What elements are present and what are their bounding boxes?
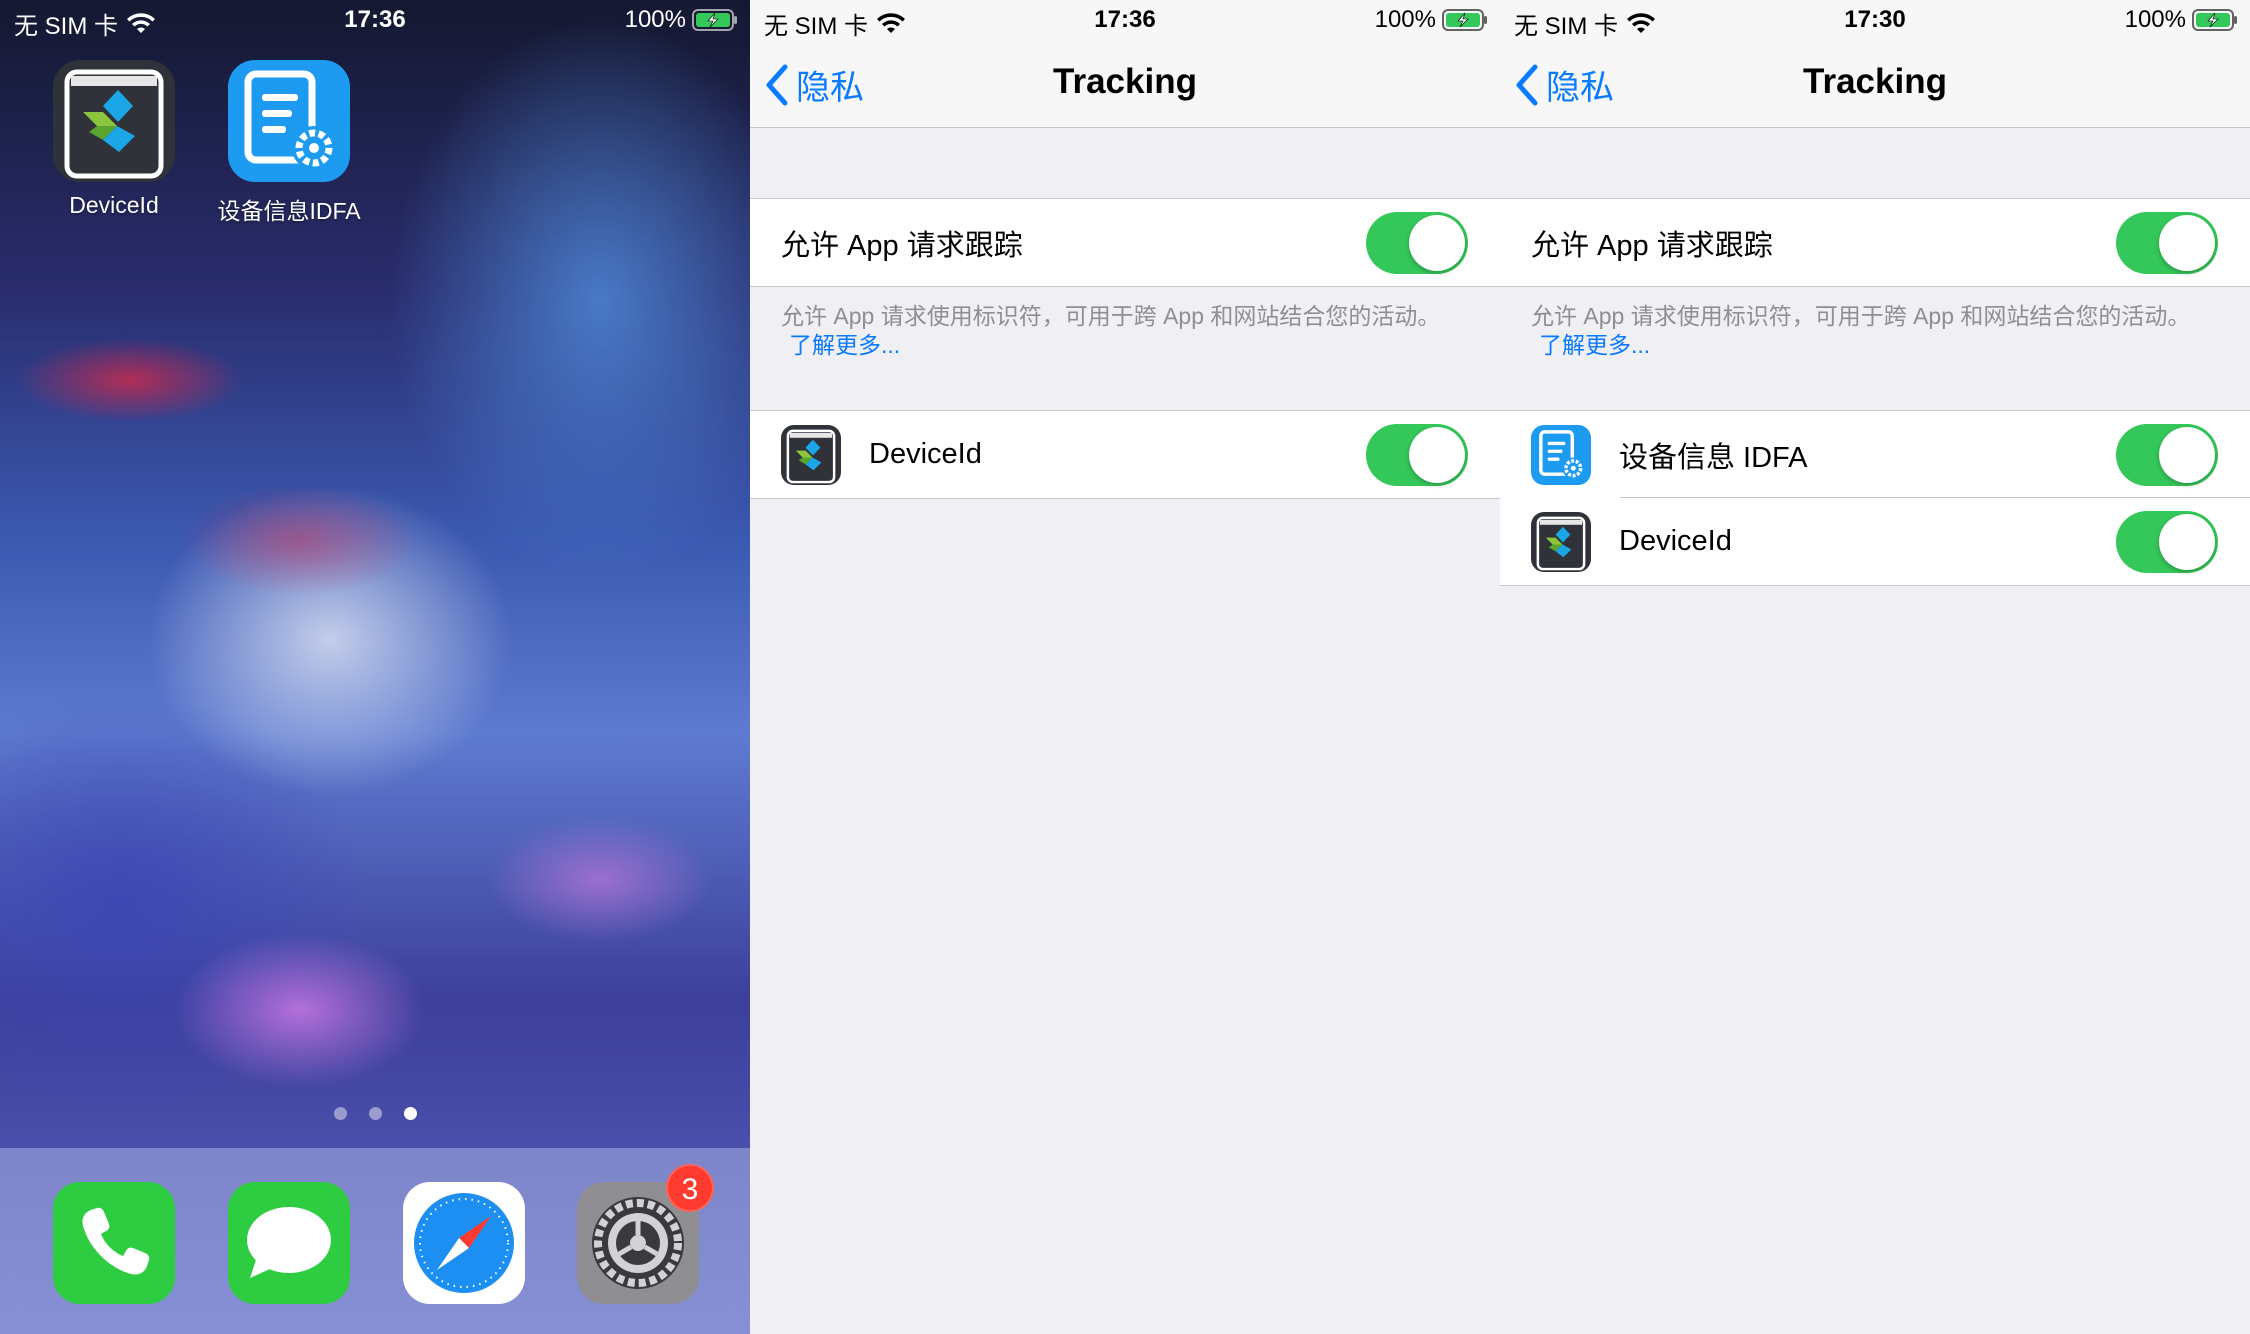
app-tracking-toggle[interactable] xyxy=(2116,511,2218,573)
allow-tracking-group: 允许 App 请求跟踪 xyxy=(1500,198,2250,287)
safari-app-icon[interactable] xyxy=(403,1182,525,1304)
allow-tracking-group: 允许 App 请求跟踪 xyxy=(750,198,1500,287)
battery-percent: 100% xyxy=(1374,6,1436,33)
messages-app-icon[interactable] xyxy=(228,1182,350,1304)
home-app-idfa[interactable]: 设备信息IDFA xyxy=(217,60,361,226)
page-dot[interactable] xyxy=(333,1107,347,1120)
toggle-knob xyxy=(1409,215,1465,271)
page-indicator[interactable] xyxy=(0,1107,750,1120)
toggle-knob xyxy=(1409,427,1465,483)
status-bar: 无 SIM 卡 17:30 100% xyxy=(1500,0,2250,40)
status-bar: 无 SIM 卡 17:36 100% xyxy=(750,0,1500,40)
idfa-app-icon[interactable] xyxy=(228,60,350,182)
page-title: Tracking xyxy=(1803,62,1947,101)
phone-app-icon[interactable] xyxy=(53,1182,175,1304)
apps-group: DeviceId xyxy=(750,410,1500,499)
footer-text: 允许 App 请求使用标识符，可用于跨 App 和网站结合您的活动。 xyxy=(781,303,1441,329)
allow-tracking-label: 允许 App 请求跟踪 xyxy=(1531,229,1773,262)
status-bar: 无 SIM 卡 17:36 100% xyxy=(0,0,750,40)
battery-percent: 100% xyxy=(624,6,686,33)
home-screen: 无 SIM 卡 17:36 100% DeviceId 设备信息IDFA 3 xyxy=(0,0,750,1334)
allow-tracking-footer: 允许 App 请求使用标识符，可用于跨 App 和网站结合您的活动。了解更多..… xyxy=(781,302,1461,360)
app-row-deviceid[interactable]: DeviceId xyxy=(750,411,1500,498)
battery-charging-icon xyxy=(1442,9,1488,31)
idfa-app-icon xyxy=(1531,425,1591,485)
notification-badge: 3 xyxy=(666,1164,714,1212)
battery-group: 100% xyxy=(2125,6,2238,34)
app-row-idfa[interactable]: 设备信息 IDFA xyxy=(1500,411,2250,498)
tracking-settings-screen: 无 SIM 卡 17:36 100% 隐私 Tracking 允许 App 请求… xyxy=(750,0,1500,1334)
app-label: 设备信息IDFA xyxy=(217,198,361,224)
deviceid-app-icon[interactable] xyxy=(53,60,175,182)
deviceid-app-icon xyxy=(781,425,841,485)
battery-charging-icon xyxy=(692,9,738,31)
battery-percent: 100% xyxy=(2124,6,2186,33)
app-label: DeviceId xyxy=(69,192,159,218)
page-dot-active[interactable] xyxy=(403,1107,417,1120)
app-row-label: 设备信息 IDFA xyxy=(1619,441,1808,474)
dock: 3 xyxy=(0,1148,750,1334)
app-tracking-toggle[interactable] xyxy=(2116,424,2218,486)
app-tracking-toggle[interactable] xyxy=(1366,424,1468,486)
toggle-knob xyxy=(2159,215,2215,271)
tracking-settings-screen: 无 SIM 卡 17:30 100% 隐私 Tracking 允许 App 请求… xyxy=(1500,0,2250,1334)
allow-tracking-toggle[interactable] xyxy=(2116,212,2218,274)
navigation-bar: 隐私 Tracking xyxy=(750,40,1500,128)
learn-more-link[interactable]: 了解更多... xyxy=(789,332,900,358)
navigation-bar: 隐私 Tracking xyxy=(1500,40,2250,128)
page-dot[interactable] xyxy=(368,1107,382,1120)
allow-tracking-label: 允许 App 请求跟踪 xyxy=(781,229,1023,262)
battery-group: 100% xyxy=(625,6,738,34)
app-row-label: DeviceId xyxy=(1619,525,1732,557)
page-title: Tracking xyxy=(1053,62,1197,101)
allow-tracking-row[interactable]: 允许 App 请求跟踪 xyxy=(1500,199,2250,286)
allow-tracking-row[interactable]: 允许 App 请求跟踪 xyxy=(750,199,1500,286)
learn-more-link[interactable]: 了解更多... xyxy=(1539,332,1650,358)
home-app-deviceid[interactable]: DeviceId xyxy=(53,60,175,219)
app-row-label: DeviceId xyxy=(869,438,982,470)
apps-group: 设备信息 IDFA DeviceId xyxy=(1500,410,2250,586)
battery-group: 100% xyxy=(1375,6,1488,34)
allow-tracking-footer: 允许 App 请求使用标识符，可用于跨 App 和网站结合您的活动。了解更多..… xyxy=(1531,302,2211,360)
toggle-knob xyxy=(2159,427,2215,483)
app-row-deviceid[interactable]: DeviceId xyxy=(1500,498,2250,585)
deviceid-app-icon xyxy=(1531,512,1591,572)
battery-charging-icon xyxy=(2192,9,2238,31)
allow-tracking-toggle[interactable] xyxy=(1366,212,1468,274)
footer-text: 允许 App 请求使用标识符，可用于跨 App 和网站结合您的活动。 xyxy=(1531,303,2191,329)
toggle-knob xyxy=(2159,514,2215,570)
